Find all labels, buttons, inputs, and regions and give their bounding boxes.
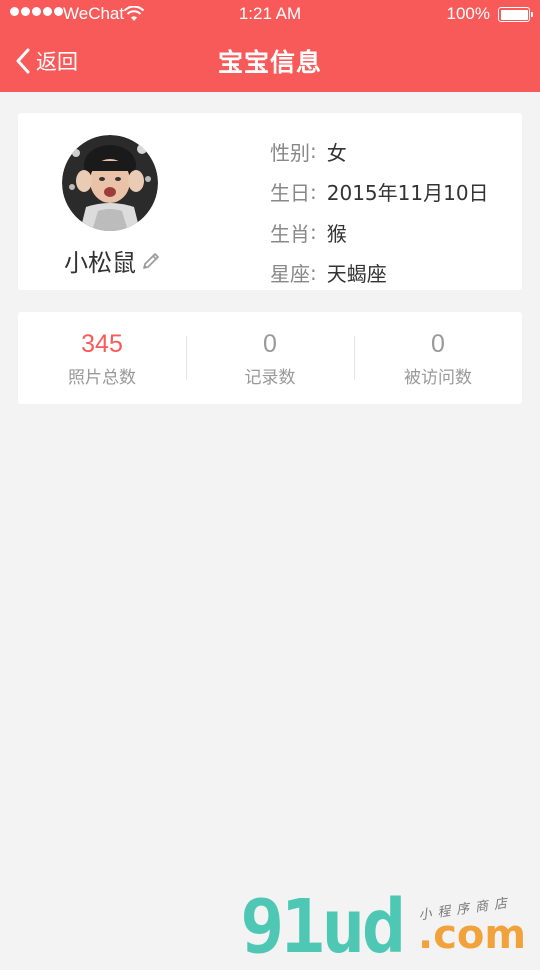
info-label: 星座 [270,262,310,287]
navigation-bar: 返回 宝宝信息 [0,28,540,92]
battery-icon [498,7,533,22]
stat-value: 0 [263,330,277,358]
info-label: 生日 [270,181,310,206]
edit-pencil-icon[interactable] [140,250,162,272]
info-value: 2015年11月10日 [326,181,489,206]
watermark-logo: 91ud .com 小程序商店 [240,884,540,970]
page-title: 宝宝信息 [217,48,322,77]
stat-label: 被访问数 [404,368,472,388]
info-row-gender: 性别: 女 [270,131,489,172]
baby-nickname: 小松鼠 [64,249,136,277]
stat-label: 记录数 [244,368,296,388]
avatar[interactable] [62,135,158,231]
status-bar: WeChat 1:21 AM 100% [0,0,540,28]
info-row-zodiac-animal: 生肖: 猴 [270,212,489,253]
info-value: 天蝎座 [326,262,387,287]
stat-value: 0 [431,330,445,358]
battery-percent: 100% [446,4,490,23]
stat-visit-count[interactable]: 0 被访问数 [354,312,522,404]
stat-value: 345 [81,330,123,358]
stat-divider [354,336,355,380]
info-row-birthday: 生日: 2015年11月10日 [270,172,489,213]
child-photo-icon [62,135,158,231]
watermark-main: 91ud [240,884,406,970]
stat-divider [186,336,187,380]
nickname-row: 小松鼠 [18,243,208,278]
info-label: 生肖 [270,221,310,246]
info-row-constellation: 星座: 天蝎座 [270,253,489,294]
info-value: 女 [326,140,347,165]
baby-profile-card: 小松鼠 性别: 女 生日: 2015年11月10日 生肖: 猴 星座: 天蝎座 [18,113,522,290]
stat-label: 照片总数 [68,368,136,388]
baby-info-list: 性别: 女 生日: 2015年11月10日 生肖: 猴 星座: 天蝎座 [270,131,489,293]
info-value: 猴 [326,221,347,246]
top-bar: WeChat 1:21 AM 100% 返回 宝宝信息 [0,0,540,92]
stat-photo-count[interactable]: 345 照片总数 [18,312,186,404]
stat-record-count[interactable]: 0 记录数 [186,312,354,404]
info-label: 性别 [270,140,310,165]
stats-card: 345 照片总数 0 记录数 0 被访问数 [18,312,522,404]
